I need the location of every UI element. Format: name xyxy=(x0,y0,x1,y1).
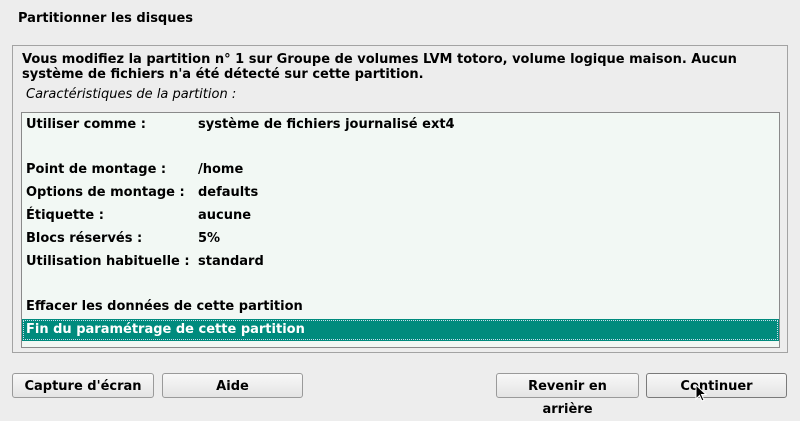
setting-key: Utilisation habituelle : xyxy=(26,254,190,269)
setting-value: système de fichiers journalisé ext4 xyxy=(198,117,455,132)
action-label: Fin du paramétrage de cette partition xyxy=(26,322,305,337)
setting-row-label[interactable]: Étiquette : aucune xyxy=(22,205,779,227)
setting-key: Étiquette : xyxy=(26,208,104,223)
mouse-pointer-icon xyxy=(695,384,707,402)
setting-key: Options de montage : xyxy=(26,185,185,200)
help-button[interactable]: Aide xyxy=(162,373,303,398)
partition-settings-subtitle: Caractéristiques de la partition : xyxy=(26,87,237,102)
action-erase-partition[interactable]: Effacer les données de cette partition xyxy=(22,296,779,318)
setting-value: 5% xyxy=(198,231,221,246)
setting-row-typical-usage[interactable]: Utilisation habituelle : standard xyxy=(22,251,779,273)
setting-value: standard xyxy=(198,254,264,269)
setting-row-mount-options[interactable]: Options de montage : defaults xyxy=(22,182,779,204)
window-title: Partitionner les disques xyxy=(18,11,194,26)
setting-value: aucune xyxy=(198,208,252,223)
setting-value: defaults xyxy=(198,185,259,200)
partition-settings-list[interactable]: Utiliser comme : système de fichiers jou… xyxy=(21,112,780,348)
setting-key: Blocs réservés : xyxy=(26,231,143,246)
setting-row-use-as[interactable]: Utiliser comme : système de fichiers jou… xyxy=(22,114,779,136)
setting-value: /home xyxy=(198,162,244,177)
setting-key: Utiliser comme : xyxy=(26,117,146,132)
action-finish-partition[interactable]: Fin du paramétrage de cette partition xyxy=(22,319,779,341)
partition-panel: Vous modifiez la partition n° 1 sur Grou… xyxy=(12,45,788,353)
setting-row-reserved-blocks[interactable]: Blocs réservés : 5% xyxy=(22,228,779,250)
setting-row-mount-point[interactable]: Point de montage : /home xyxy=(22,159,779,181)
partition-description: Vous modifiez la partition n° 1 sur Grou… xyxy=(22,52,737,82)
back-button[interactable]: Revenir en arrière xyxy=(496,373,639,417)
continue-button[interactable]: Continuer xyxy=(646,373,787,398)
setting-key: Point de montage : xyxy=(26,162,167,177)
action-label: Effacer les données de cette partition xyxy=(26,299,303,314)
screenshot-button[interactable]: Capture d'écran xyxy=(12,373,154,398)
